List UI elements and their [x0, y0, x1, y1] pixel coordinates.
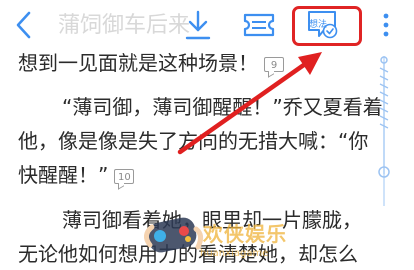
comment-count-badge[interactable]: 10 — [114, 169, 135, 184]
ticket-icon — [243, 13, 275, 37]
top-toolbar: 蒲饲御车后来 想法 — [0, 0, 414, 50]
download-icon — [185, 10, 211, 40]
ideas-highlight-box — [292, 6, 362, 46]
text-line: 想到一见面就是这种场景！ 9 — [18, 49, 284, 77]
text-line: “薄司御，薄司御醒醒！”乔又夏看着 — [62, 95, 383, 119]
more-button[interactable] — [372, 6, 400, 44]
back-button[interactable] — [6, 6, 42, 44]
text-line-content: 想到一见面就是这种场景！ — [18, 51, 258, 75]
more-icon — [383, 13, 389, 37]
ticket-button[interactable] — [236, 6, 282, 44]
watermark-subtext: huanxiagame — [200, 248, 269, 259]
comment-count-badge[interactable]: 9 — [264, 57, 284, 72]
back-arrow-icon — [16, 11, 31, 39]
scroll-handle[interactable] — [375, 54, 393, 182]
watermark-text: 欢侠娱乐 — [203, 222, 287, 246]
text-line: 他，像是像是失了方向的无措大喊：“你 — [18, 129, 369, 153]
text-line-content: 快醒醒！” — [18, 163, 109, 187]
text-line: 快醒醒！” 10 — [18, 161, 135, 189]
download-button[interactable] — [178, 6, 218, 44]
